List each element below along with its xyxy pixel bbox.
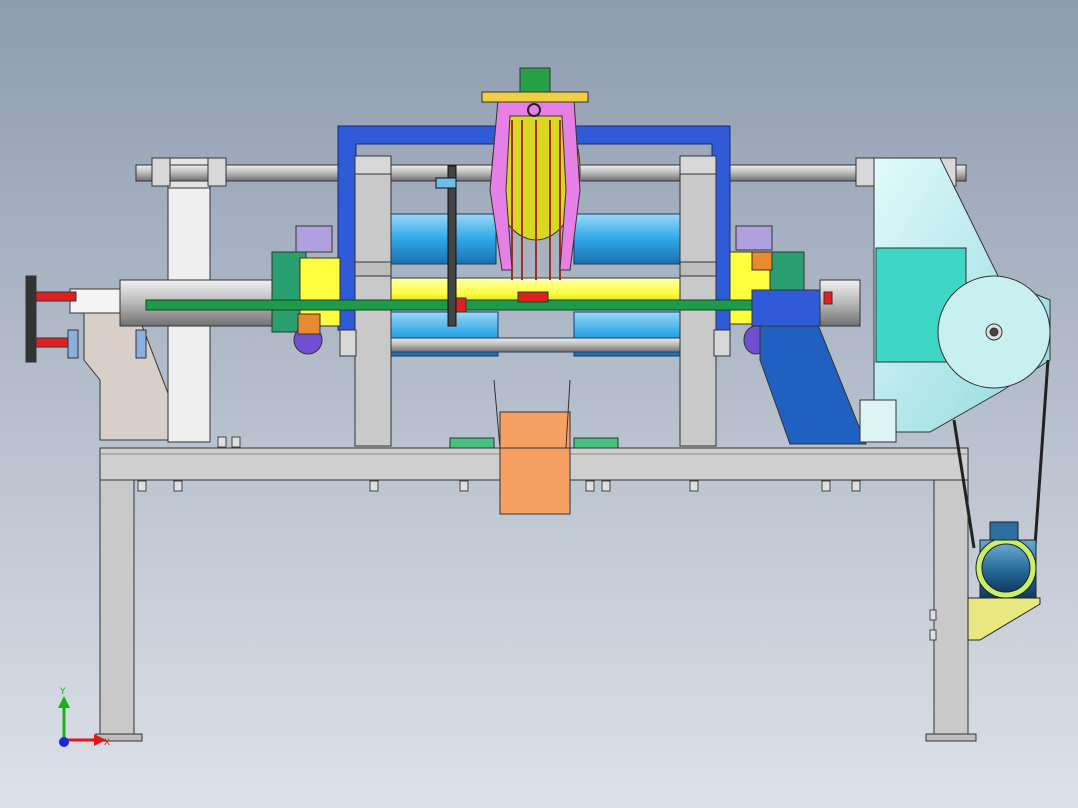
cad-viewport[interactable]: Y X — [0, 0, 1078, 808]
left-leg[interactable] — [99, 477, 135, 737]
cad-model-view[interactable]: Y X — [0, 0, 1078, 808]
triad-y-label: Y — [59, 687, 66, 697]
upper-roller-left[interactable] — [385, 213, 497, 265]
triad-x-label: X — [104, 738, 110, 748]
right-leg[interactable] — [933, 477, 969, 737]
